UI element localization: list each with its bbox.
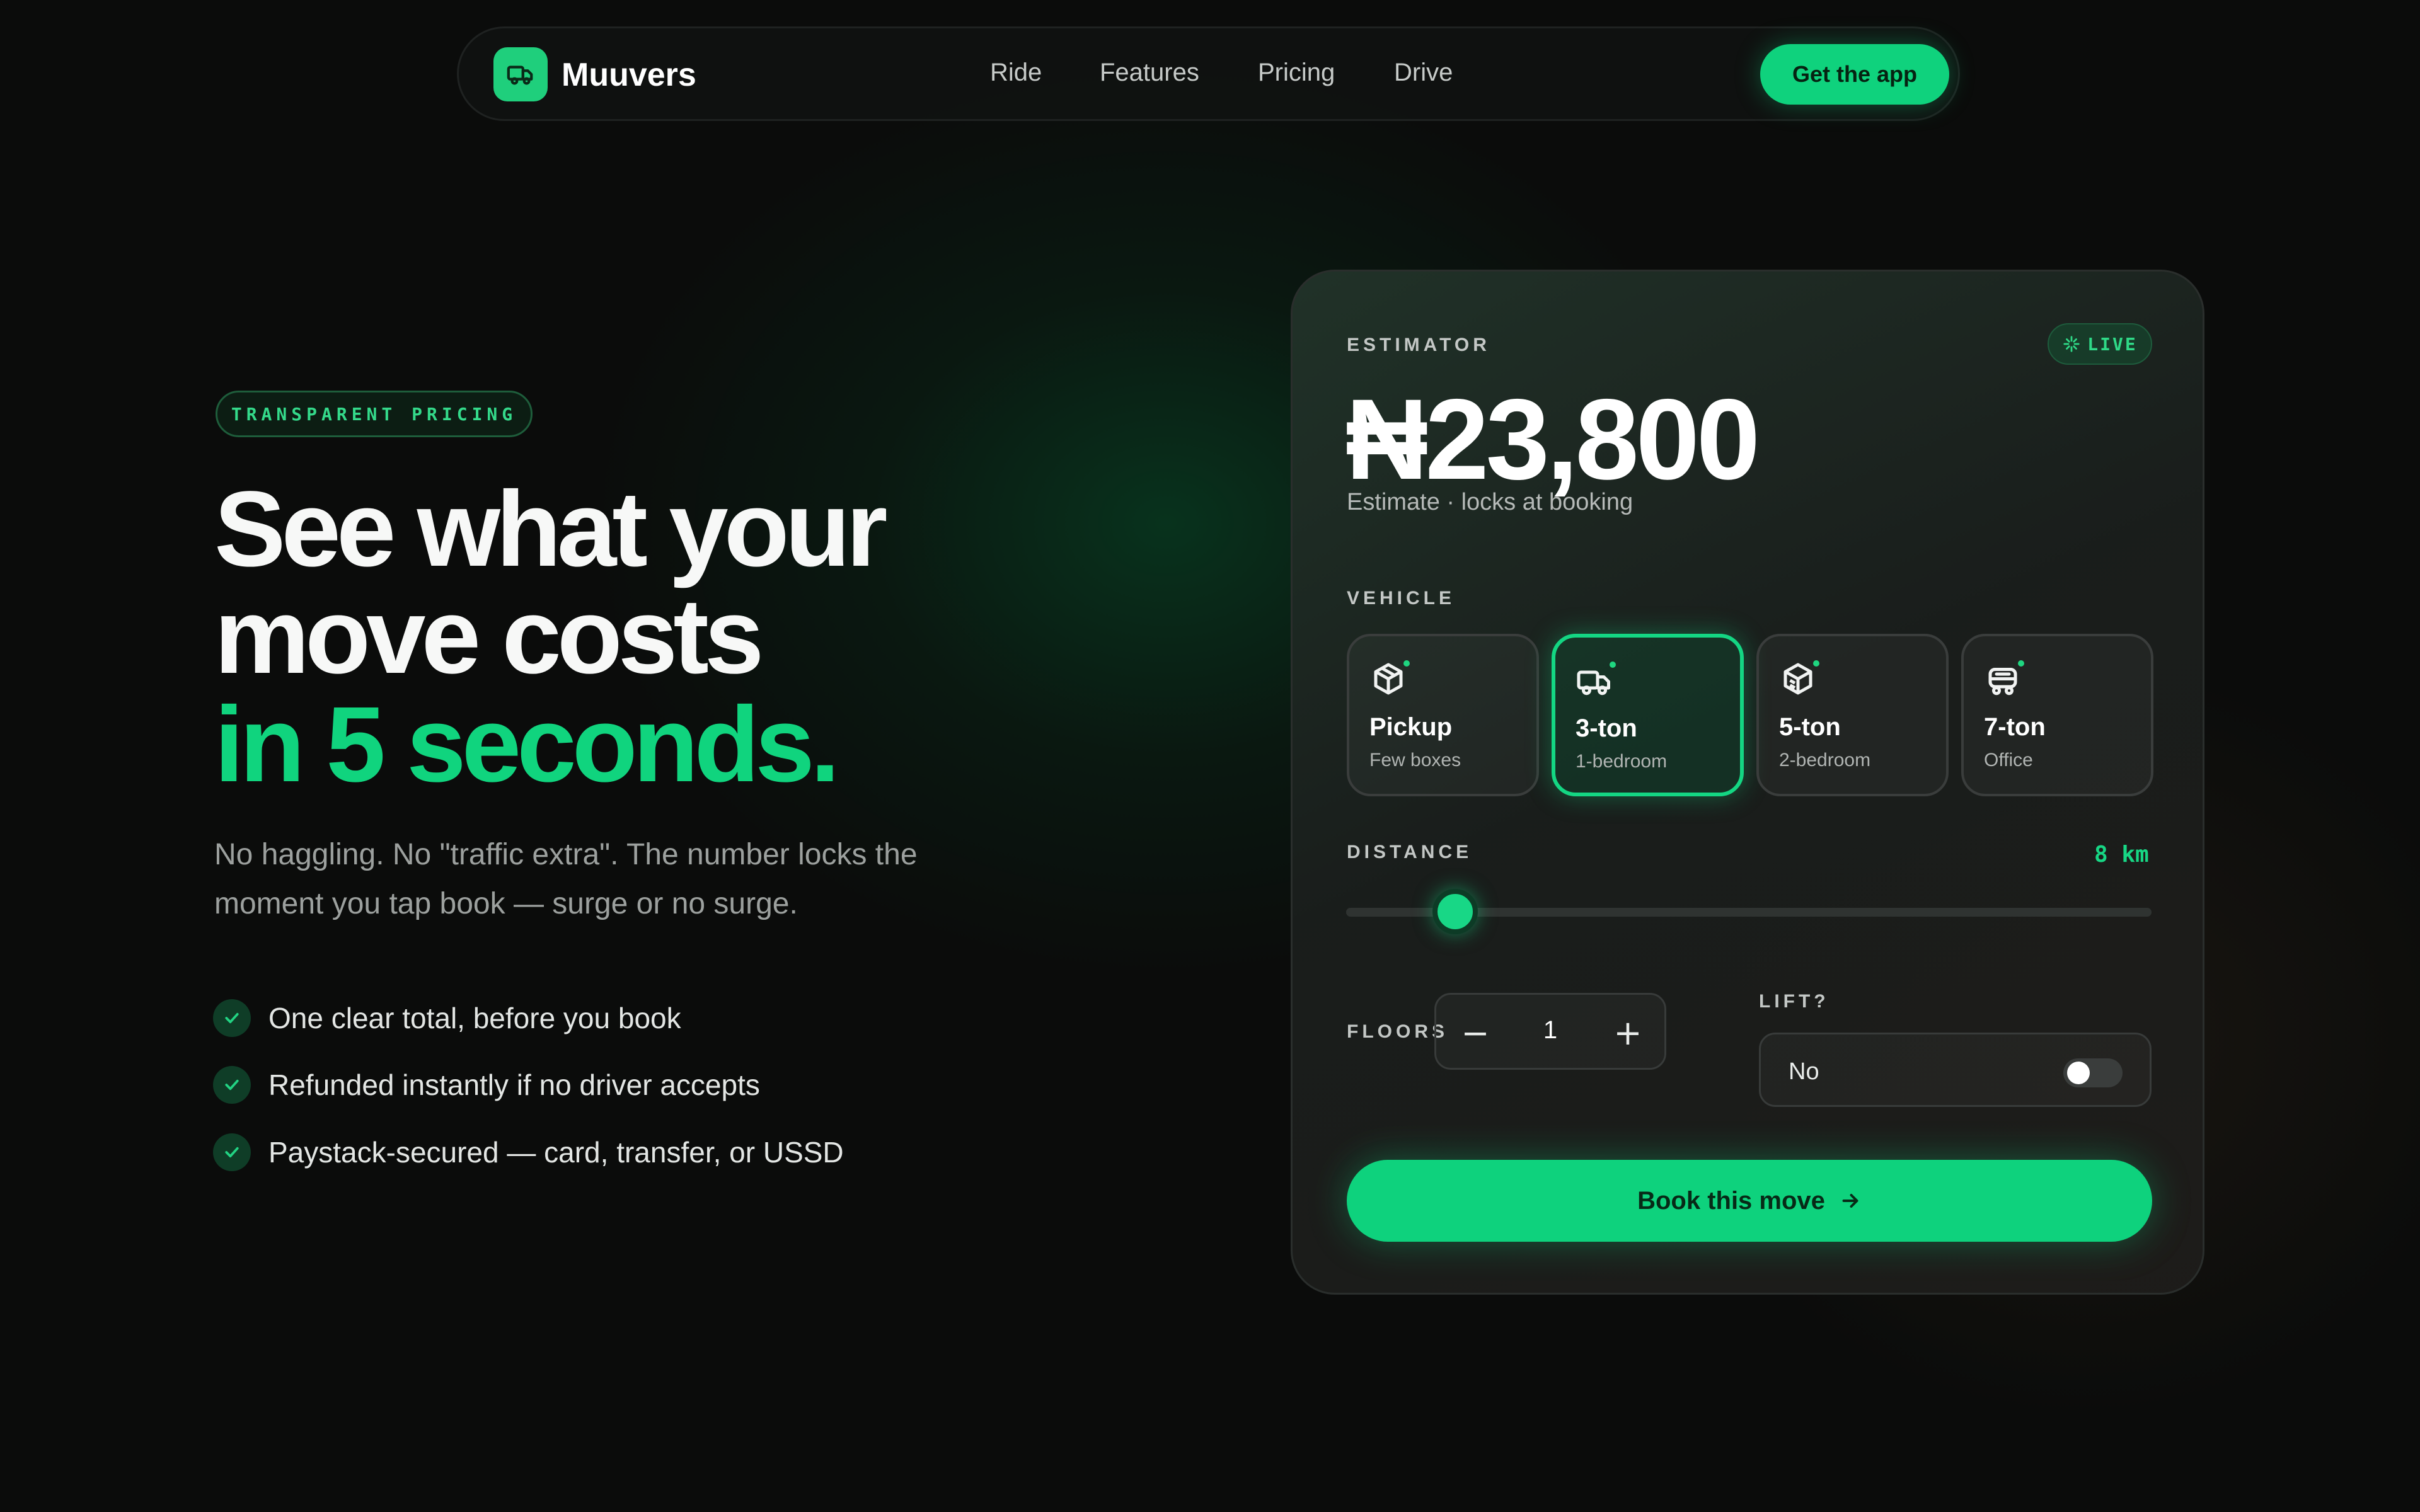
vehicle-indicator-dot	[1403, 660, 1410, 667]
floors-increment-button[interactable]: +	[1603, 1007, 1653, 1058]
feature-text: Refunded instantly if no driver accepts	[268, 1068, 760, 1101]
vehicle-indicator-dot	[1813, 660, 1819, 667]
truck-icon	[1577, 670, 1610, 696]
box-icon	[1374, 663, 1403, 695]
logo-mark[interactable]	[493, 47, 548, 101]
brand-name[interactable]: Muuvers	[562, 56, 696, 94]
feature-item: Paystack-secured — card, transfer, or US…	[213, 1132, 844, 1172]
package-icon	[1783, 663, 1812, 695]
arrow-right-icon	[1839, 1189, 1862, 1212]
vehicle-sub: Office	[1984, 750, 2033, 770]
distance-label: DISTANCE	[1347, 842, 1473, 862]
truck-icon	[507, 66, 533, 85]
headline-line-3: in 5 seconds.	[214, 685, 840, 805]
vehicle-option-7-ton[interactable]: 7-ton Office	[1961, 634, 2153, 796]
vehicle-sub: 1-bedroom	[1576, 751, 1668, 772]
vehicle-indicator-dot	[1610, 662, 1616, 668]
estimator-label: ESTIMATOR	[1347, 335, 1490, 355]
feature-item: One clear total, before you book	[213, 998, 681, 1038]
nav-link-features[interactable]: Features	[1100, 59, 1199, 87]
feature-text: One clear total, before you book	[268, 1002, 681, 1034]
distance-value: 8 km	[2094, 842, 2149, 868]
floors-stepper: − 1 +	[1434, 993, 1666, 1070]
estimator-card: ESTIMATOR LIVE ₦23,800 Estimate · locks …	[1291, 270, 2204, 1295]
vehicle-name: 5-ton	[1779, 713, 1841, 741]
check-icon	[213, 999, 251, 1037]
nav-link-ride[interactable]: Ride	[990, 59, 1042, 87]
book-move-button[interactable]: Book this move	[1347, 1160, 2152, 1242]
office-truck-icon	[1988, 668, 2017, 696]
eyebrow-badge: TRANSPARENT PRICING	[216, 391, 533, 437]
price-total: ₦23,800	[1345, 375, 1760, 503]
feature-item: Refunded instantly if no driver accepts	[213, 1065, 760, 1105]
vehicle-label: VEHICLE	[1347, 588, 1456, 609]
nav-link-drive[interactable]: Drive	[1394, 59, 1453, 87]
lift-label: LIFT?	[1759, 991, 1829, 1012]
headline-line-1: See what your	[214, 469, 888, 589]
sparkle-icon	[2063, 336, 2080, 352]
vehicle-option-5-ton[interactable]: 5-ton 2-bedroom	[1756, 634, 1949, 796]
book-move-label: Book this move	[1637, 1186, 1825, 1215]
hero-lede: No haggling. No "traffic extra". The num…	[214, 838, 918, 920]
vehicle-option-3-ton[interactable]: 3-ton 1-bedroom	[1552, 634, 1744, 796]
check-icon	[213, 1066, 251, 1104]
distance-slider-thumb[interactable]	[1432, 889, 1478, 934]
check-icon	[213, 1133, 251, 1171]
lift-value: No	[1789, 1058, 1819, 1085]
feature-text: Paystack-secured — card, transfer, or US…	[268, 1136, 844, 1169]
floors-label: FLOORS	[1347, 1021, 1448, 1042]
vehicle-sub: Few boxes	[1369, 750, 1461, 770]
vehicle-sub: 2-bedroom	[1779, 750, 1871, 770]
lift-toggle[interactable]	[2063, 1058, 2123, 1087]
live-badge: LIVE	[2048, 323, 2152, 365]
vehicle-name: 7-ton	[1984, 713, 2046, 741]
price-note: Estimate · locks at booking	[1347, 489, 1634, 515]
lift-field[interactable]: No	[1759, 1033, 2152, 1107]
headline-line-2: move costs	[214, 576, 764, 696]
nav-link-pricing[interactable]: Pricing	[1258, 59, 1335, 87]
vehicle-option-pickup[interactable]: Pickup Few boxes	[1347, 634, 1539, 796]
vehicle-name: Pickup	[1369, 713, 1453, 741]
top-nav: Muuvers Ride Features Pricing Drive Get …	[457, 26, 1960, 121]
vehicle-name: 3-ton	[1576, 714, 1637, 742]
live-text: LIVE	[2087, 333, 2138, 355]
vehicle-indicator-dot	[2018, 660, 2024, 667]
get-app-button[interactable]: Get the app	[1760, 44, 1949, 105]
lift-toggle-knob	[2067, 1062, 2090, 1084]
